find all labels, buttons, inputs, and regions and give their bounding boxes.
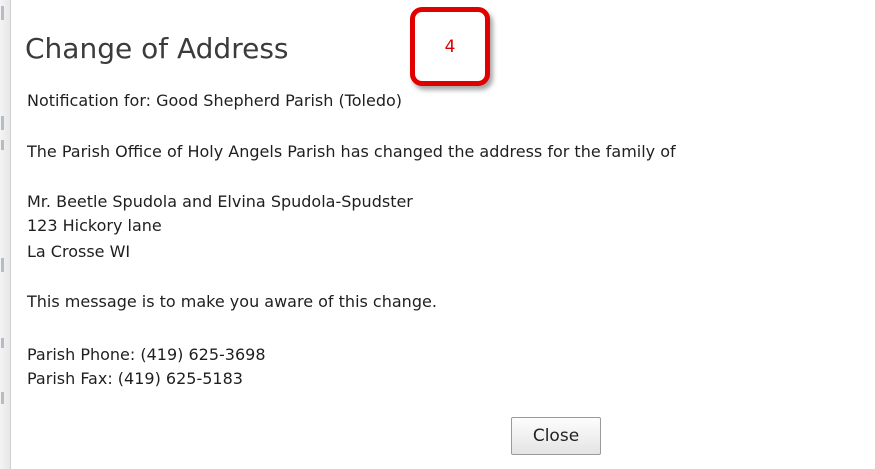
- address-city: La Crosse WI: [27, 242, 131, 261]
- change-description: The Parish Office of Holy Angels Parish …: [27, 142, 676, 161]
- background-tick: [1, 6, 4, 20]
- awareness-message: This message is to make you aware of thi…: [27, 292, 437, 311]
- background-window-strip: [0, 0, 10, 469]
- background-tick: [1, 258, 4, 272]
- address-street: 123 Hickory lane: [27, 216, 162, 235]
- notification-line: Notification for: Good Shepherd Parish (…: [27, 91, 403, 110]
- parish-phone: Parish Phone: (419) 625-3698: [27, 345, 266, 364]
- step-number-badge: 4: [410, 7, 490, 86]
- screenshot-page: Change of Address 4 Notification for: Go…: [0, 0, 875, 469]
- background-tick: [1, 338, 4, 348]
- dialog-title: Change of Address: [25, 32, 289, 65]
- background-tick: [1, 140, 4, 150]
- family-name: Mr. Beetle Spudola and Elvina Spudola-Sp…: [27, 192, 413, 211]
- close-button[interactable]: Close: [511, 417, 601, 455]
- background-tick: [1, 116, 4, 130]
- background-tick: [1, 392, 4, 404]
- parish-fax: Parish Fax: (419) 625-5183: [27, 369, 243, 388]
- change-of-address-dialog: Change of Address 4 Notification for: Go…: [11, 0, 875, 469]
